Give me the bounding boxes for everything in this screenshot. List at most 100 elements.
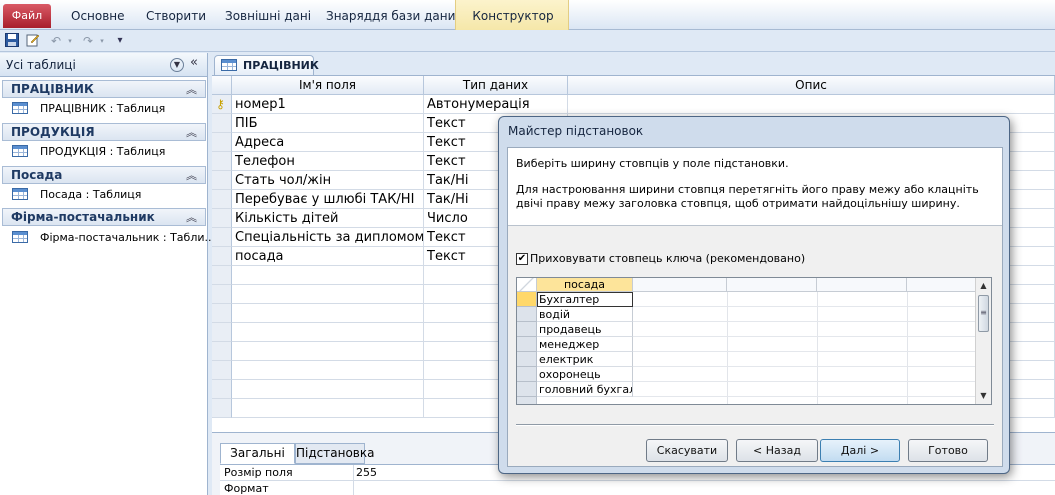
field-name-cell[interactable]	[232, 361, 424, 380]
tab-general[interactable]: Загальні	[220, 443, 295, 464]
lookup-value-cell[interactable]: водій	[537, 307, 633, 322]
data-type-cell[interactable]: Автонумерація	[424, 95, 568, 114]
row-selector[interactable]	[212, 171, 232, 190]
undo-dropdown-icon[interactable]: ▾	[62, 33, 78, 49]
field-name-cell[interactable]	[232, 304, 424, 323]
finish-button[interactable]: Готово	[908, 439, 988, 462]
tab-external-data[interactable]: Зовнішні дані	[225, 4, 311, 28]
field-name-cell[interactable]	[232, 380, 424, 399]
nav-menu-icon[interactable]: ▼	[170, 58, 184, 72]
nav-item-pratsivnyk[interactable]: ПРАЦІВНИК : Таблиця	[12, 100, 202, 118]
scroll-thumb[interactable]: ≡	[978, 295, 989, 332]
row-selector[interactable]	[212, 152, 232, 171]
row-selector[interactable]	[212, 342, 232, 361]
scroll-up-icon[interactable]: ▲	[978, 280, 989, 292]
row-selector[interactable]	[212, 247, 232, 266]
chevron-up-icon[interactable]: ︽	[186, 209, 197, 225]
row-selector[interactable]: ⚷	[212, 95, 232, 114]
chevron-up-icon[interactable]: ︽	[186, 167, 197, 183]
field-name-cell[interactable]: Адреса	[232, 133, 424, 152]
nav-group-pratsivnyk[interactable]: ПРАЦІВНИК ︽	[2, 80, 206, 98]
lookup-value-cell[interactable]: менеджер	[537, 337, 633, 352]
description-cell[interactable]	[568, 95, 1055, 114]
customize-toolbar-icon[interactable]: ▾	[112, 33, 128, 49]
chevron-up-icon[interactable]: ︽	[186, 81, 197, 97]
row-selector[interactable]	[212, 190, 232, 209]
dialog-separator	[516, 424, 994, 426]
row-selector[interactable]	[212, 304, 232, 323]
row-selector[interactable]	[212, 399, 232, 418]
vertical-scrollbar[interactable]: ▲ ≡ ▼	[975, 278, 991, 404]
property-value[interactable]: 255	[356, 466, 377, 479]
row-selector[interactable]	[212, 133, 232, 152]
tab-database-tools[interactable]: Знаряддя бази даних	[326, 4, 463, 28]
nav-group-posada[interactable]: Посада ︽	[2, 166, 206, 184]
back-button[interactable]: < Назад	[736, 439, 818, 462]
nav-title[interactable]: Усі таблиці	[6, 58, 76, 72]
lookup-value-cell[interactable]: охоронець	[537, 367, 633, 382]
nav-item-produktsiia[interactable]: ПРОДУКЦІЯ : Таблиця	[12, 143, 202, 161]
field-name-cell[interactable]	[232, 399, 424, 418]
nav-item-firma[interactable]: Фірма-постачальник : Табли...	[12, 229, 215, 247]
column-header-posada[interactable]: посада	[537, 278, 633, 292]
next-button[interactable]: Далі >	[820, 439, 900, 462]
lookup-row-selector[interactable]	[517, 322, 537, 337]
chevron-up-icon[interactable]: ︽	[186, 124, 197, 140]
nav-item-posada[interactable]: Посада : Таблиця	[12, 186, 202, 204]
field-name-cell[interactable]: номер1	[232, 95, 424, 114]
row-selector[interactable]	[212, 228, 232, 247]
hide-key-checkbox-label[interactable]: Приховувати стовпець ключа (рекомендован…	[530, 252, 805, 265]
tab-lookup[interactable]: Підстановка	[295, 443, 374, 464]
hide-key-checkbox[interactable]: ✔	[516, 253, 528, 265]
lookup-value-cell[interactable]: головний бухгалт	[537, 382, 633, 397]
lookup-value-cell[interactable]: продавець	[537, 322, 633, 337]
field-name-cell[interactable]: Кількість дітей	[232, 209, 424, 228]
lookup-row-selector[interactable]	[517, 367, 537, 382]
row-selector[interactable]	[212, 209, 232, 228]
field-name-cell[interactable]	[232, 342, 424, 361]
field-name-cell[interactable]: ПІБ	[232, 114, 424, 133]
lookup-row-selector[interactable]	[517, 352, 537, 367]
field-name-cell[interactable]: посада	[232, 247, 424, 266]
header-data-type[interactable]: Тип даних	[424, 76, 568, 95]
lookup-row-selector[interactable]	[517, 397, 537, 404]
file-tab[interactable]: Файл	[3, 4, 51, 28]
lookup-row-selector[interactable]	[517, 307, 537, 322]
field-name-cell[interactable]: Спеціальність за дипломом	[232, 228, 424, 247]
tab-create[interactable]: Створити	[146, 4, 206, 28]
collapse-pane-icon[interactable]: «	[190, 55, 198, 70]
row-selector[interactable]	[212, 361, 232, 380]
document-tab[interactable]: ПРАЦІВНИК	[214, 55, 319, 75]
field-name-cell[interactable]	[232, 323, 424, 342]
row-selector[interactable]	[212, 285, 232, 304]
lookup-value-cell[interactable]: Бухгалтер	[537, 292, 633, 307]
field-name-cell[interactable]	[232, 266, 424, 285]
scroll-down-icon[interactable]: ▼	[978, 390, 989, 402]
lookup-row-selector[interactable]	[517, 382, 537, 397]
save-icon[interactable]	[4, 33, 20, 49]
nav-group-produktsiia[interactable]: ПРОДУКЦІЯ ︽	[2, 123, 206, 141]
header-description[interactable]: Опис	[568, 76, 1055, 95]
row-selector[interactable]	[212, 323, 232, 342]
row-selector[interactable]	[212, 114, 232, 133]
row-selector[interactable]	[212, 380, 232, 399]
lookup-row-selector[interactable]	[517, 292, 537, 307]
field-name-cell[interactable]: Телефон	[232, 152, 424, 171]
redo-dropdown-icon[interactable]: ▾	[94, 33, 110, 49]
edit-icon[interactable]	[25, 33, 41, 49]
cancel-button[interactable]: Скасувати	[646, 439, 728, 462]
nav-group-firma[interactable]: Фірма-постачальник ︽	[2, 208, 206, 226]
tab-home[interactable]: Основне	[71, 4, 125, 28]
field-name-cell[interactable]: Стать чол/жін	[232, 171, 424, 190]
property-row[interactable]: Формат	[220, 481, 1055, 495]
select-all-corner[interactable]	[517, 278, 537, 292]
lookup-row-selector[interactable]	[517, 337, 537, 352]
tab-design[interactable]: Конструктор	[456, 4, 570, 28]
field-name-cell[interactable]: Перебуває у шлюбі ТАК/НІ	[232, 190, 424, 209]
header-field-name[interactable]: Ім'я поля	[232, 76, 424, 95]
row-selector[interactable]	[212, 266, 232, 285]
property-label: Формат	[224, 482, 269, 495]
lookup-value-cell[interactable]: електрик	[537, 352, 633, 367]
lookup-preview-grid[interactable]: посада Бухгалтер водій продавець менеджер ел…	[516, 277, 992, 405]
field-name-cell[interactable]	[232, 285, 424, 304]
